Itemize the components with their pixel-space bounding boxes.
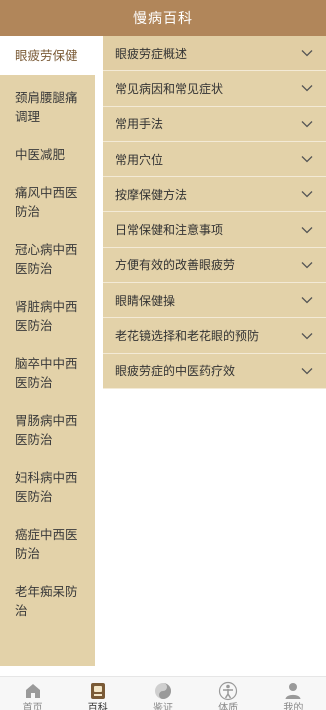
- topic-label: 眼睛保健操: [115, 293, 176, 308]
- chevron-down-icon: [300, 364, 314, 378]
- topic-row[interactable]: 老花镜选择和老花眼的预防: [103, 318, 326, 354]
- tab-encyclopedia[interactable]: 百科: [65, 677, 130, 710]
- tab-diagnosis[interactable]: 鉴证: [130, 677, 195, 710]
- bottom-tab-bar: 首页 百科 鉴证 体质 我的: [0, 676, 326, 710]
- sidebar-item-label: 老年痴呆防治: [15, 584, 78, 618]
- yin-yang-icon: [154, 683, 171, 699]
- chevron-down-icon: [300, 117, 314, 131]
- sidebar-item-label: 脑卒中中西医防治: [15, 356, 78, 390]
- topic-row[interactable]: 眼睛保健操: [103, 283, 326, 319]
- sidebar-item-gynecology[interactable]: 妇科病中西医防治: [0, 468, 95, 506]
- sidebar-item-neck-back[interactable]: 颈肩腰腿痛调理: [0, 88, 95, 126]
- sidebar-item-label: 颈肩腰腿痛调理: [15, 90, 78, 124]
- sidebar-item-label: 胃肠病中西医防治: [15, 413, 78, 447]
- category-sidebar: 眼疲劳保健 颈肩腰腿痛调理 中医减肥 痛风中西医防治 冠心病中西医防治 肾脏病中…: [0, 36, 95, 666]
- user-icon: [285, 683, 301, 699]
- tab-home[interactable]: 首页: [0, 677, 65, 710]
- encyclopedia-icon: [90, 683, 105, 699]
- topic-row[interactable]: 日常保健和注意事项: [103, 212, 326, 248]
- sidebar-item-coronary[interactable]: 冠心病中西医防治: [0, 240, 95, 278]
- sidebar-item-label: 肾脏病中西医防治: [15, 299, 78, 333]
- sidebar-item-label: 妇科病中西医防治: [15, 470, 78, 504]
- tab-label: 百科: [87, 703, 108, 710]
- topic-row[interactable]: 方便有效的改善眼疲劳: [103, 247, 326, 284]
- home-icon: [25, 684, 40, 698]
- page-header: 慢病百科: [0, 0, 326, 36]
- page-title: 慢病百科: [133, 11, 193, 27]
- sidebar-item-label: 中医减肥: [15, 147, 66, 162]
- chevron-down-icon: [300, 258, 314, 272]
- topic-row[interactable]: 常用穴位: [103, 141, 326, 178]
- chevron-down-icon: [300, 46, 314, 60]
- sidebar-item-weight-loss[interactable]: 中医减肥: [0, 145, 95, 164]
- topic-list: 眼疲劳症概述 常见病因和常见症状 常用手法 常用穴位 按摩保健方法 日常保健和注…: [103, 36, 326, 389]
- tab-constitution[interactable]: 体质: [196, 677, 261, 710]
- sidebar-item-eye-fatigue[interactable]: 眼疲劳保健: [0, 36, 95, 75]
- topic-label: 老花镜选择和老花眼的预防: [115, 329, 260, 344]
- tab-label: 鉴证: [152, 703, 173, 710]
- sidebar-item-label: 癌症中西医防治: [15, 527, 78, 561]
- chevron-down-icon: [300, 187, 314, 201]
- topic-row[interactable]: 眼疲劳症的中医药疗效: [103, 353, 326, 389]
- topic-label: 常见病因和常见症状: [115, 81, 224, 96]
- sidebar-item-cancer[interactable]: 癌症中西医防治: [0, 525, 95, 563]
- topic-label: 常用穴位: [115, 152, 164, 167]
- body-icon: [219, 681, 238, 701]
- tab-label: 体质: [218, 703, 239, 710]
- tab-label: 首页: [22, 703, 43, 710]
- sidebar-item-label: 痛风中西医防治: [15, 185, 78, 219]
- sidebar-item-gastro[interactable]: 胃肠病中西医防治: [0, 411, 95, 449]
- tab-label: 我的: [283, 703, 304, 710]
- chevron-down-icon: [300, 329, 314, 343]
- topic-label: 常用手法: [115, 117, 164, 132]
- topic-label: 日常保健和注意事项: [115, 223, 224, 238]
- chevron-down-icon: [300, 293, 314, 307]
- sidebar-item-gout[interactable]: 痛风中西医防治: [0, 183, 95, 221]
- topic-label: 眼疲劳症概述: [115, 46, 188, 61]
- topic-label: 方便有效的改善眼疲劳: [115, 258, 236, 273]
- topic-row[interactable]: 常见病因和常见症状: [103, 71, 326, 107]
- tab-profile[interactable]: 我的: [261, 677, 326, 710]
- topic-label: 眼疲劳症的中医药疗效: [115, 364, 236, 379]
- sidebar-item-stroke[interactable]: 脑卒中中西医防治: [0, 354, 95, 392]
- chevron-down-icon: [300, 223, 314, 237]
- topic-row[interactable]: 眼疲劳症概述: [103, 36, 326, 72]
- sidebar-item-kidney[interactable]: 肾脏病中西医防治: [0, 297, 95, 335]
- sidebar-item-label: 眼疲劳保健: [15, 48, 78, 63]
- topic-row[interactable]: 常用手法: [103, 106, 326, 142]
- topic-row[interactable]: 按摩保健方法: [103, 177, 326, 213]
- topic-label: 按摩保健方法: [115, 187, 188, 202]
- chevron-down-icon: [300, 81, 314, 95]
- chevron-down-icon: [300, 152, 314, 166]
- sidebar-item-dementia[interactable]: 老年痴呆防治: [0, 582, 95, 620]
- sidebar-item-label: 冠心病中西医防治: [15, 242, 78, 276]
